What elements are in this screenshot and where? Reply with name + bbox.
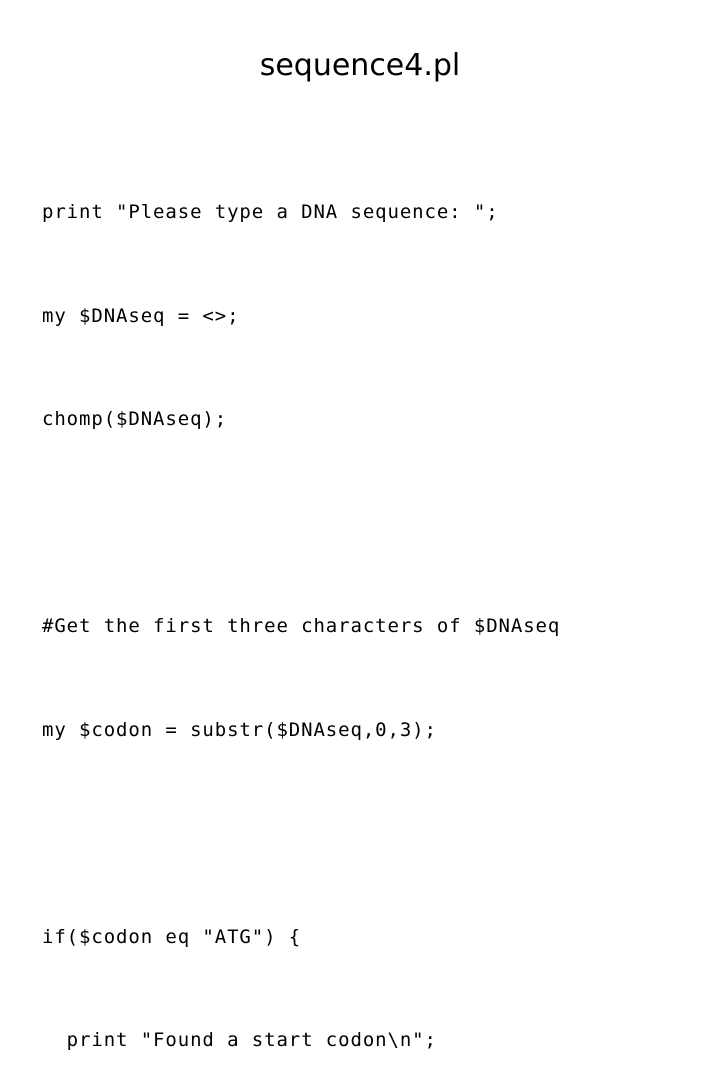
code-line-comment: #Get the first three characters of $DNAs… [42, 615, 561, 637]
code-block: print "Please type a DNA sequence: "; my… [42, 126, 702, 1080]
slide-canvas: sequence4.pl print "Please type a DNA se… [0, 0, 720, 1051]
code-line: if($codon eq "ATG") { [42, 925, 302, 948]
code-line: print "Please type a DNA sequence: "; [42, 201, 499, 223]
code-line: chomp($DNAseq); [42, 408, 228, 430]
code-line: my $DNAseq = <>; [42, 304, 240, 327]
code-line-indented: print "Found a start codon\n"; [42, 1029, 437, 1051]
code-line: my $codon = substr($DNAseq,0,3); [42, 718, 437, 741]
page-title: sequence4.pl [259, 48, 461, 83]
